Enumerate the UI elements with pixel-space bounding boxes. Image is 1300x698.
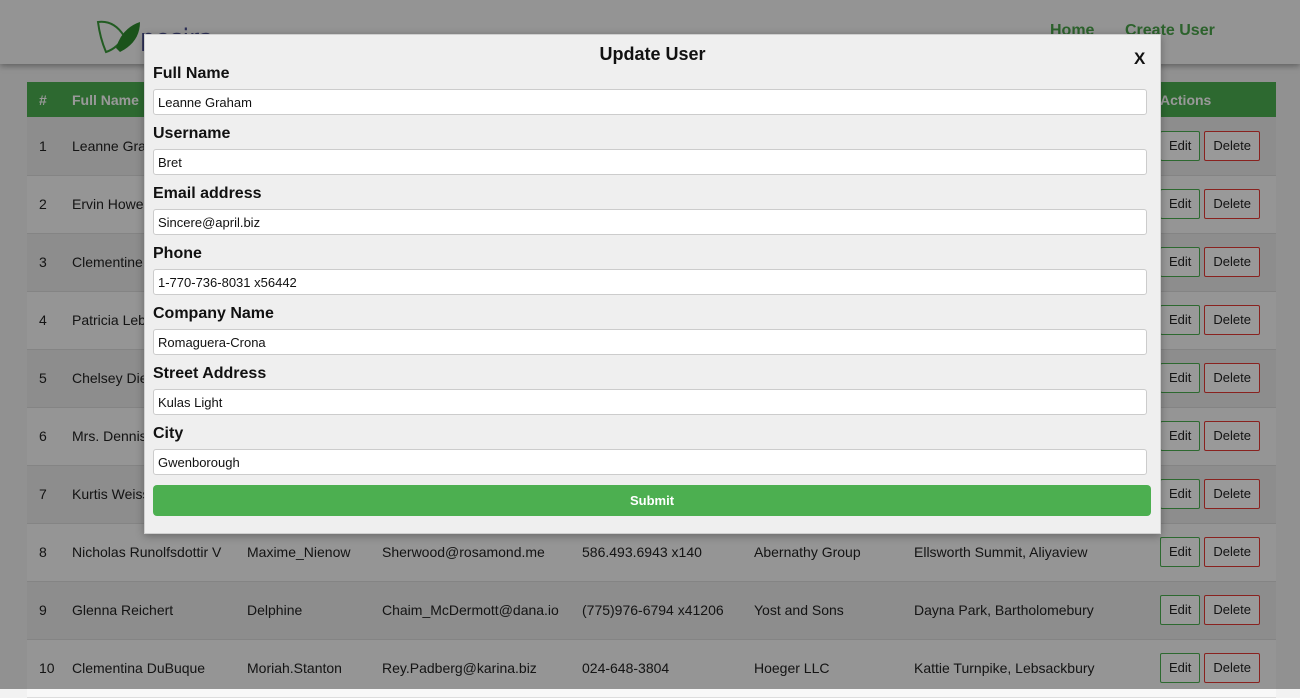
phone-field[interactable] (153, 269, 1147, 295)
update-user-modal: Update User X Full Name Username Email a… (144, 34, 1161, 534)
username-label: Username (153, 125, 231, 142)
email-label: Email address (153, 185, 262, 202)
street-address-label: Street Address (153, 365, 267, 382)
phone-label: Phone (153, 245, 202, 262)
full-name-field[interactable] (153, 89, 1147, 115)
city-label: City (153, 425, 184, 442)
company-name-field[interactable] (153, 329, 1147, 355)
submit-button[interactable]: Submit (153, 485, 1151, 516)
email-field[interactable] (153, 209, 1147, 235)
close-button[interactable]: X (1134, 49, 1145, 69)
modal-title: Update User (599, 44, 706, 64)
full-name-label: Full Name (153, 65, 230, 82)
city-field[interactable] (153, 449, 1147, 475)
company-name-label: Company Name (153, 305, 274, 322)
username-field[interactable] (153, 149, 1147, 175)
street-address-field[interactable] (153, 389, 1147, 415)
